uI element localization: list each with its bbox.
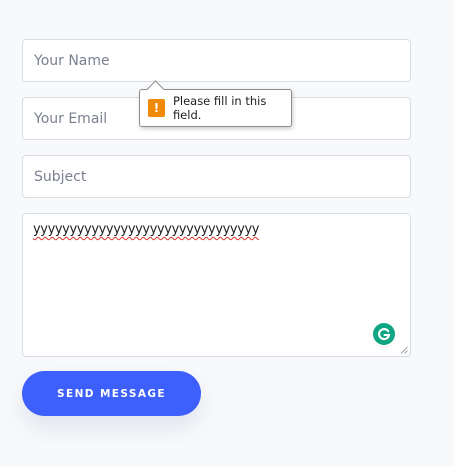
validation-message: Please fill in this field. [172, 94, 267, 122]
grammarly-g-glyph [378, 328, 391, 341]
warning-icon: ! [148, 99, 165, 117]
subject-placeholder: Subject [34, 168, 87, 185]
name-field[interactable]: Your Name [22, 39, 411, 82]
subject-field[interactable]: Subject [22, 155, 411, 198]
tooltip-arrow [146, 80, 165, 99]
contact-form-page: Your Name Your Email Subject yyyyyyyyyyy… [0, 0, 454, 466]
message-text: yyyyyyyyyyyyyyyyyyyyyyyyyyyyyyy [33, 222, 260, 237]
resize-handle-icon[interactable] [400, 346, 408, 354]
name-placeholder: Your Name [34, 52, 110, 69]
validation-tooltip: ! Please fill in this field. [139, 80, 292, 127]
message-textarea[interactable]: yyyyyyyyyyyyyyyyyyyyyyyyyyyyyyy [22, 213, 411, 357]
send-message-button[interactable]: SEND MESSAGE [22, 371, 201, 416]
email-placeholder: Your Email [34, 110, 108, 127]
grammarly-icon[interactable] [373, 323, 395, 345]
